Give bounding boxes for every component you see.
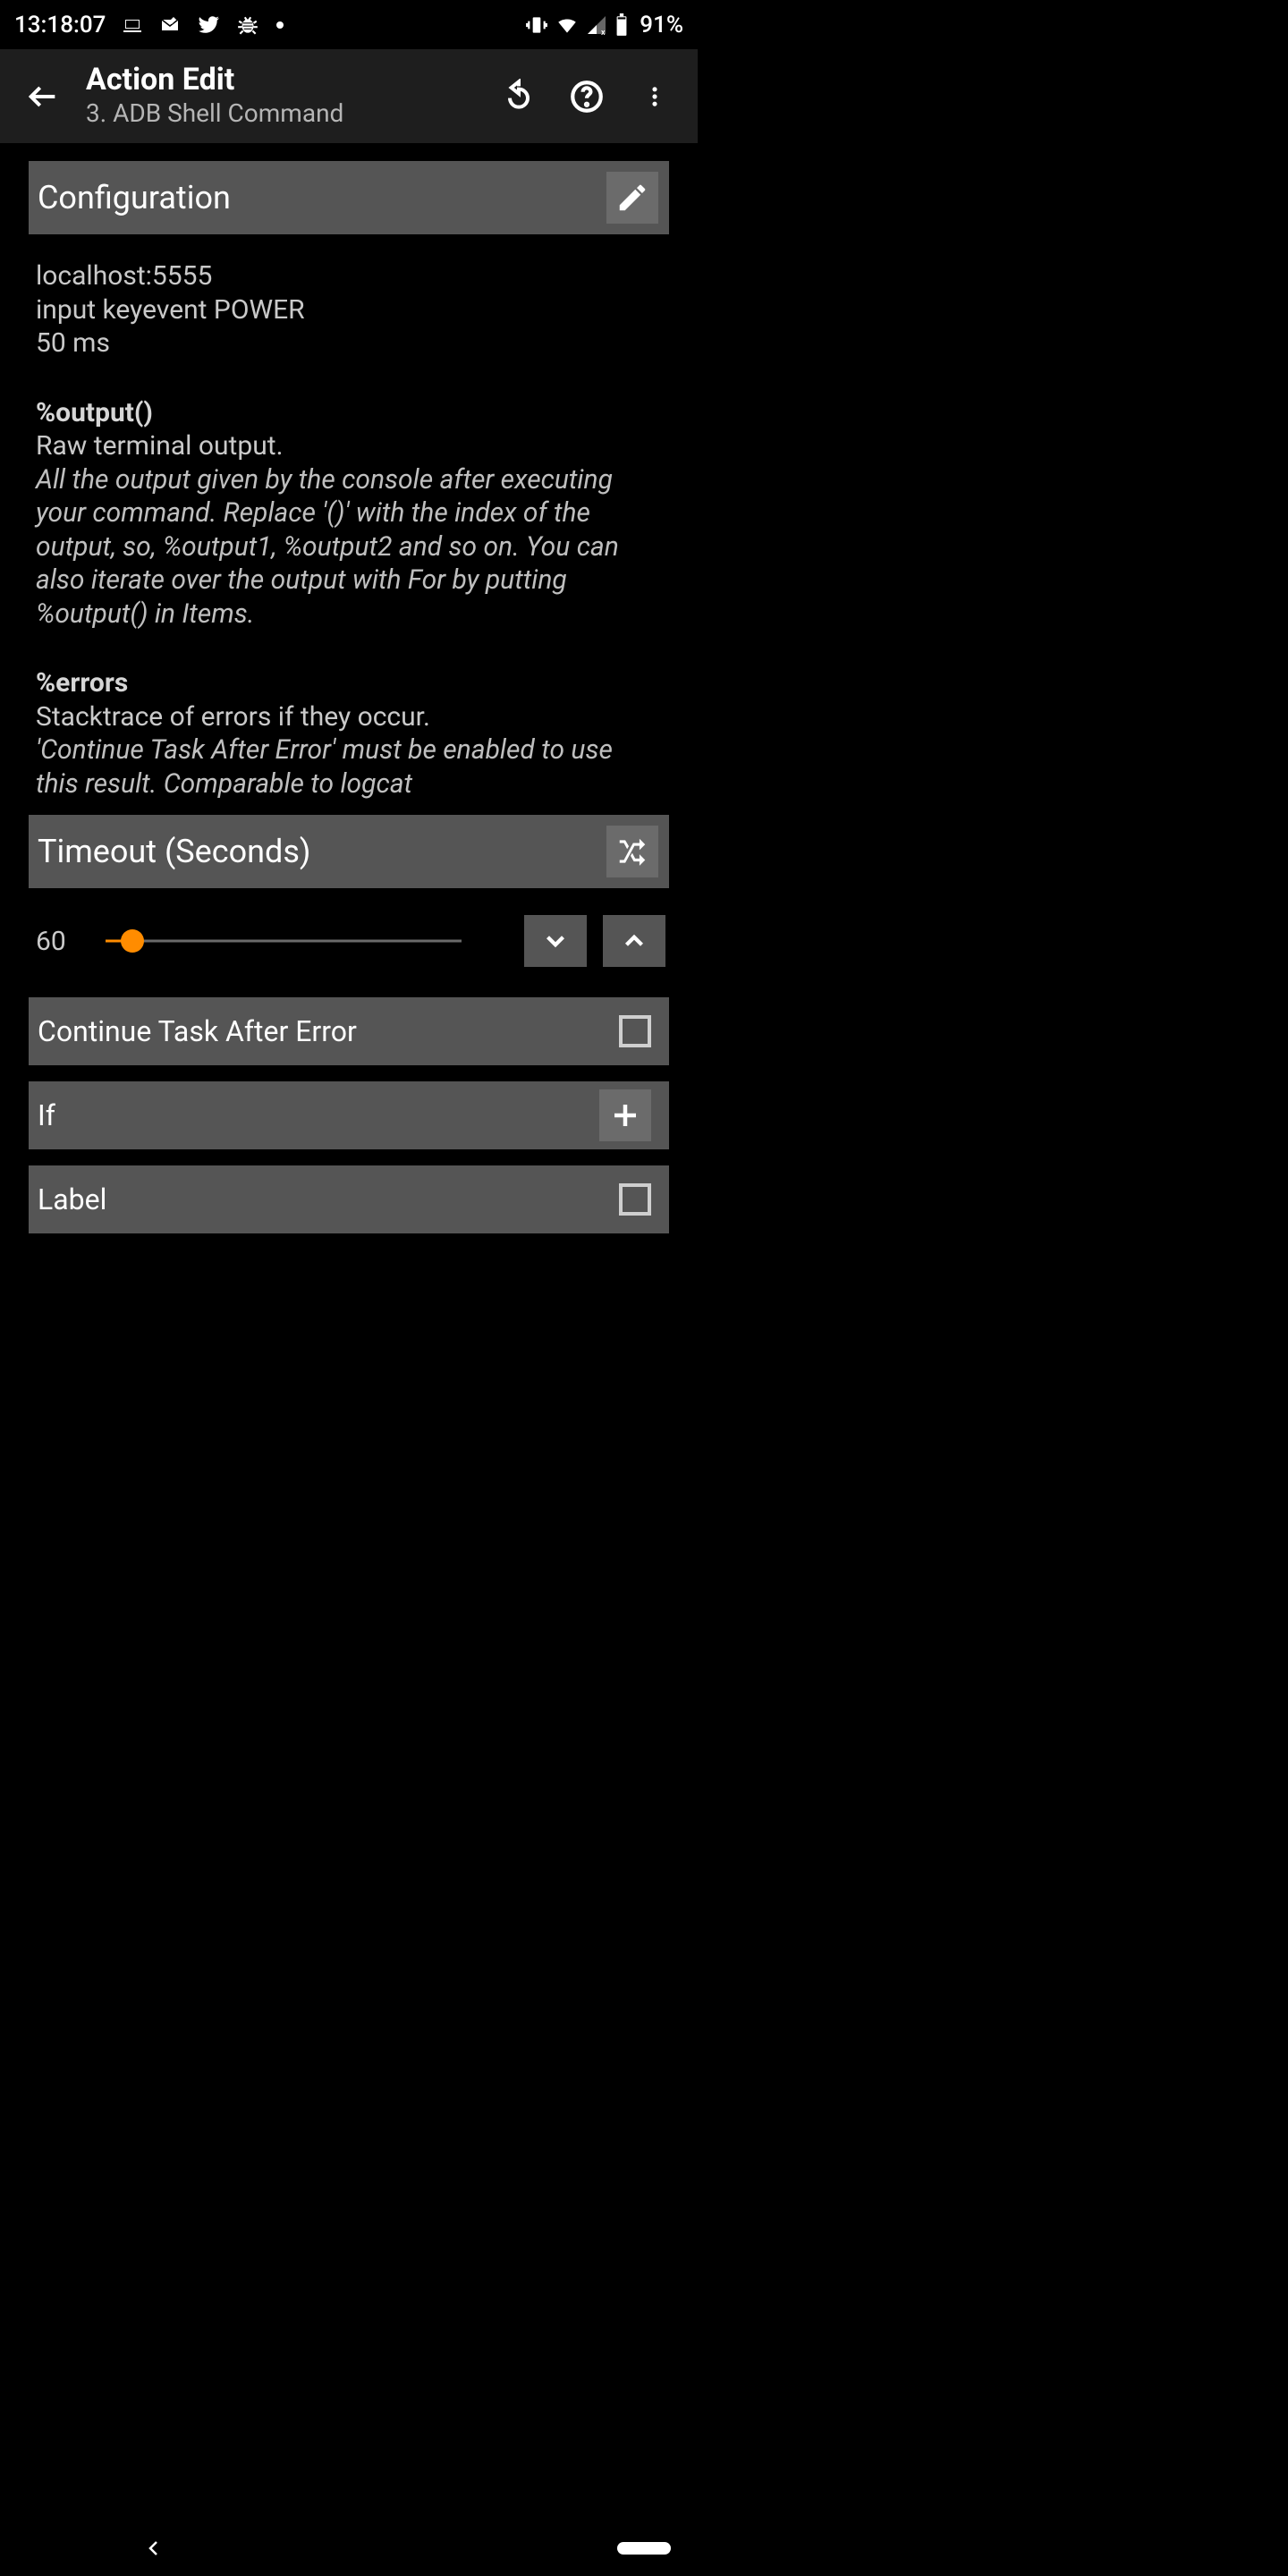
twitter-icon bbox=[197, 13, 220, 37]
section-label: Configuration bbox=[36, 179, 606, 216]
wifi-icon bbox=[555, 13, 579, 37]
signal-icon: x bbox=[586, 14, 607, 36]
section-label: Timeout (Seconds) bbox=[36, 833, 606, 870]
mail-icon bbox=[159, 14, 181, 36]
config-line: localhost:5555 bbox=[36, 259, 658, 293]
timeout-slider[interactable] bbox=[106, 928, 506, 954]
vibrate-icon bbox=[525, 13, 548, 37]
configuration-header: Configuration bbox=[29, 161, 669, 234]
system-nav-bar bbox=[0, 2521, 1288, 2576]
timeout-increment-button[interactable] bbox=[603, 915, 665, 967]
row-label: Continue Task After Error bbox=[38, 1014, 619, 1048]
app-bar: Action Edit 3. ADB Shell Command bbox=[0, 49, 698, 143]
variable-doc: %errors Stacktrace of errors if they occ… bbox=[36, 666, 658, 801]
variable-short-desc: Stacktrace of errors if they occur. bbox=[36, 700, 658, 734]
back-button[interactable] bbox=[21, 75, 64, 118]
status-bar: 13:18:07 x 91% bbox=[0, 0, 698, 49]
timeout-value: 60 bbox=[36, 926, 88, 957]
continue-after-error-row[interactable]: Continue Task After Error bbox=[29, 997, 669, 1065]
timeout-shuffle-button[interactable] bbox=[606, 826, 658, 877]
overflow-menu-button[interactable] bbox=[633, 75, 676, 118]
variable-short-desc: Raw terminal output. bbox=[36, 429, 658, 463]
laptop-icon bbox=[122, 14, 143, 36]
timeout-header: Timeout (Seconds) bbox=[29, 815, 669, 888]
bug-icon bbox=[236, 13, 259, 37]
slider-thumb-icon[interactable] bbox=[121, 929, 144, 953]
label-checkbox[interactable] bbox=[619, 1183, 651, 1216]
variable-long-desc: All the output given by the console afte… bbox=[36, 463, 658, 631]
battery-percent: 91% bbox=[640, 12, 683, 38]
if-row[interactable]: If bbox=[29, 1081, 669, 1149]
nav-home-pill[interactable] bbox=[617, 2542, 671, 2555]
variable-doc: %output() Raw terminal output. All the o… bbox=[36, 396, 658, 631]
variable-name: %output() bbox=[36, 396, 658, 430]
row-label: If bbox=[38, 1098, 599, 1132]
variable-name: %errors bbox=[36, 666, 658, 700]
configuration-body: localhost:5555 input keyevent POWER 50 m… bbox=[29, 234, 669, 801]
nav-back-icon[interactable] bbox=[143, 2538, 165, 2559]
config-line: input keyevent POWER bbox=[36, 293, 658, 327]
page-title: Action Edit bbox=[86, 64, 476, 97]
if-add-button[interactable] bbox=[599, 1089, 651, 1141]
row-label: Label bbox=[38, 1182, 619, 1216]
config-line: 50 ms bbox=[36, 326, 658, 360]
dot-icon bbox=[275, 21, 284, 30]
continue-after-error-checkbox[interactable] bbox=[619, 1015, 651, 1047]
help-button[interactable] bbox=[565, 75, 608, 118]
configuration-values: localhost:5555 input keyevent POWER 50 m… bbox=[36, 259, 658, 360]
edit-configuration-button[interactable] bbox=[606, 172, 658, 224]
label-row[interactable]: Label bbox=[29, 1165, 669, 1233]
variable-long-desc: 'Continue Task After Error' must be enab… bbox=[36, 733, 658, 801]
svg-text:x: x bbox=[601, 29, 606, 36]
timeout-decrement-button[interactable] bbox=[524, 915, 587, 967]
status-time: 13:18:07 bbox=[14, 12, 106, 38]
revert-button[interactable] bbox=[497, 75, 540, 118]
battery-icon bbox=[614, 13, 629, 37]
page-subtitle: 3. ADB Shell Command bbox=[86, 98, 476, 129]
